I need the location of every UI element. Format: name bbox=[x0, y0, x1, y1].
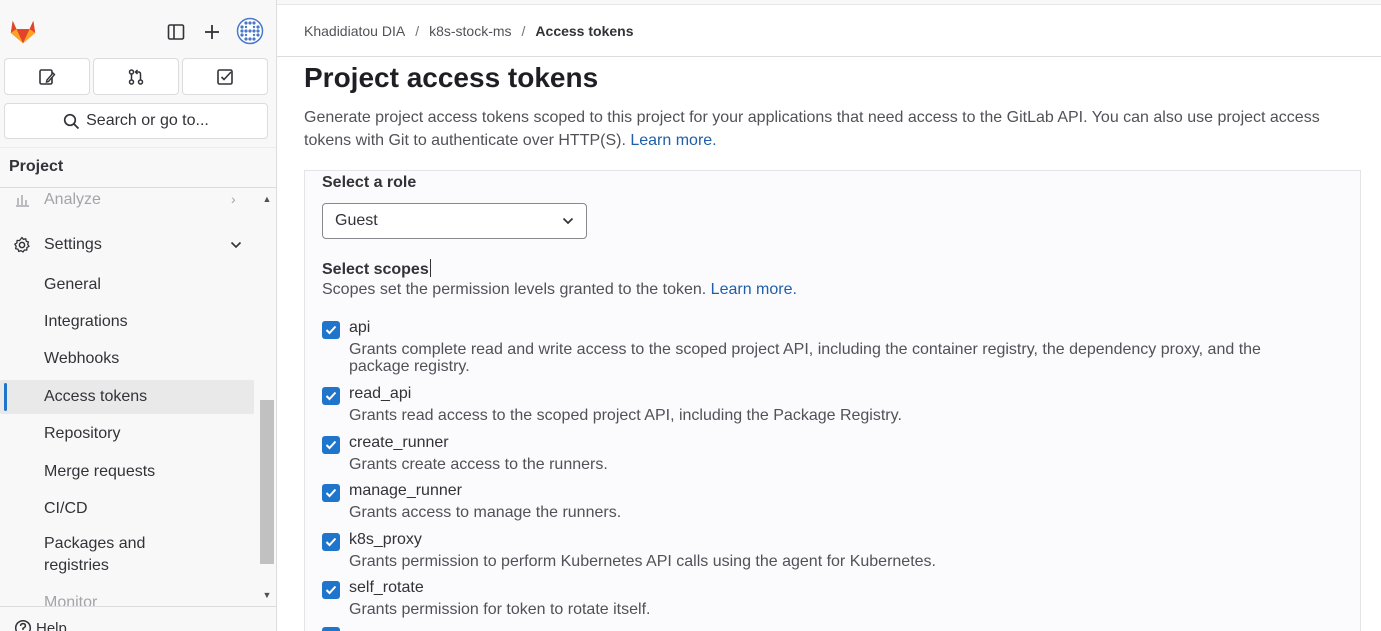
sidebar-item-label: registries bbox=[44, 557, 109, 574]
scope-description: Grants complete read and write access to… bbox=[349, 341, 1261, 375]
scope-api: api Grants complete read and write acces… bbox=[322, 319, 1342, 377]
scope-name: manage_runner bbox=[349, 482, 462, 499]
help-label: Help bbox=[36, 619, 67, 631]
scope-description: Grants permission to perform Kubernetes … bbox=[349, 553, 936, 570]
checkmark-icon bbox=[325, 325, 337, 335]
sidebar-item-access-tokens[interactable]: Access tokens bbox=[0, 380, 254, 414]
sidebar-item-packages[interactable]: Packages and registries bbox=[0, 532, 254, 578]
scopes-label: Select scopes bbox=[322, 259, 431, 279]
scope-checkbox[interactable] bbox=[322, 321, 340, 339]
checkmark-icon bbox=[325, 585, 337, 595]
learn-more-link[interactable]: Learn more. bbox=[630, 132, 716, 149]
sidebar-item-label: Packages and bbox=[44, 535, 146, 552]
page-title: Project access tokens bbox=[304, 62, 599, 93]
scope-read-api: read_api Grants read access to the scope… bbox=[322, 385, 1342, 425]
scrollbar-thumb[interactable] bbox=[260, 400, 274, 564]
scope-checkbox[interactable] bbox=[322, 436, 340, 454]
top-bar: Khadidiatou DIA / k8s-stock-ms / Access … bbox=[277, 5, 1381, 57]
search-icon bbox=[63, 113, 80, 129]
role-select[interactable]: Guest bbox=[322, 203, 587, 239]
search-label: Search or go to... bbox=[86, 112, 209, 129]
sidebar-toggle-icon[interactable] bbox=[164, 20, 188, 44]
scroll-up-icon[interactable]: ▲ bbox=[262, 194, 272, 204]
chevron-right-icon: › bbox=[231, 191, 236, 207]
issues-icon bbox=[39, 68, 56, 85]
create-new-icon[interactable] bbox=[200, 20, 224, 44]
sidebar-scrollbar[interactable]: ▲ ▼ bbox=[259, 190, 276, 606]
chart-icon bbox=[16, 195, 29, 207]
todos-button[interactable] bbox=[182, 58, 268, 95]
scope-description: Grants read access to the scoped project… bbox=[349, 407, 902, 424]
scope-name: api bbox=[349, 319, 371, 336]
sidebar-item-label: Analyze bbox=[44, 191, 101, 208]
breadcrumb-separator: / bbox=[415, 23, 420, 39]
breadcrumb-separator: / bbox=[521, 23, 526, 39]
scope-name: create_runner bbox=[349, 434, 449, 451]
scope-checkbox[interactable] bbox=[322, 533, 340, 551]
todo-icon bbox=[217, 68, 233, 85]
quick-actions bbox=[4, 58, 268, 95]
sidebar-item-monitor[interactable]: Monitor bbox=[0, 586, 254, 606]
scope-name: k8s_proxy bbox=[349, 531, 422, 548]
scope-checkbox-partial[interactable] bbox=[322, 627, 340, 631]
breadcrumb-project[interactable]: k8s-stock-ms bbox=[429, 23, 511, 39]
search-button[interactable]: Search or go to... bbox=[4, 103, 268, 139]
help-icon bbox=[14, 619, 32, 631]
scope-checkbox[interactable] bbox=[322, 484, 340, 502]
scope-description: Grants permission for token to rotate it… bbox=[349, 601, 651, 618]
sidebar-section-title: Project bbox=[9, 158, 64, 175]
sidebar-item-analyze[interactable]: Analyze › bbox=[0, 188, 254, 217]
checkmark-icon bbox=[325, 440, 337, 450]
issues-button[interactable] bbox=[4, 58, 90, 95]
page-description: Generate project access tokens scoped to… bbox=[304, 106, 1364, 152]
gitlab-logo-icon[interactable] bbox=[8, 16, 38, 46]
checkmark-icon bbox=[325, 537, 337, 547]
sidebar: Search or go to... Project Analyze › Set… bbox=[0, 0, 277, 631]
scope-manage-runner: manage_runner Grants access to manage th… bbox=[322, 482, 1342, 522]
scope-name: self_rotate bbox=[349, 579, 424, 596]
breadcrumb: Khadidiatou DIA / k8s-stock-ms / Access … bbox=[304, 23, 633, 39]
chevron-down-icon bbox=[562, 217, 574, 225]
scope-name: read_api bbox=[349, 385, 412, 402]
sidebar-item-general[interactable]: General bbox=[0, 268, 254, 302]
scope-checkbox[interactable] bbox=[322, 387, 340, 405]
sidebar-item-label: Settings bbox=[44, 236, 102, 253]
role-label: Select a role bbox=[322, 174, 417, 191]
scopes-label-text: Select scopes bbox=[322, 261, 429, 278]
breadcrumb-current[interactable]: Access tokens bbox=[535, 23, 633, 39]
merge-request-icon bbox=[128, 68, 144, 85]
sidebar-item-label: Access tokens bbox=[44, 388, 148, 405]
divider bbox=[0, 147, 276, 148]
sidebar-item-settings[interactable]: Settings bbox=[0, 228, 254, 262]
sidebar-item-webhooks[interactable]: Webhooks bbox=[0, 342, 254, 376]
checkmark-icon bbox=[325, 391, 337, 401]
role-select-value: Guest bbox=[335, 212, 378, 229]
checkmark-icon bbox=[325, 488, 337, 498]
sidebar-item-cicd[interactable]: CI/CD bbox=[0, 492, 254, 526]
sidebar-item-merge-requests[interactable]: Merge requests bbox=[0, 455, 254, 489]
sidebar-item-repository[interactable]: Repository bbox=[0, 417, 254, 451]
help-bar: Help bbox=[0, 606, 276, 631]
scopes-help-text: Scopes set the permission levels granted… bbox=[322, 281, 707, 298]
scopes-help: Scopes set the permission levels granted… bbox=[322, 281, 797, 299]
scopes-learn-more-link[interactable]: Learn more. bbox=[711, 281, 797, 298]
scope-checkbox[interactable] bbox=[322, 581, 340, 599]
description-text: Generate project access tokens scoped to… bbox=[304, 109, 1320, 149]
breadcrumb-owner[interactable]: Khadidiatou DIA bbox=[304, 23, 405, 39]
help-button[interactable]: Help bbox=[14, 619, 67, 631]
scroll-down-icon[interactable]: ▼ bbox=[262, 590, 272, 600]
scope-create-runner: create_runner Grants create access to th… bbox=[322, 434, 1342, 474]
sidebar-nav: Analyze › Settings General Integrations … bbox=[0, 188, 258, 606]
merge-requests-button[interactable] bbox=[93, 58, 179, 95]
gear-icon bbox=[14, 236, 30, 253]
chevron-down-icon bbox=[230, 241, 242, 249]
scope-self-rotate: self_rotate Grants permission for token … bbox=[322, 579, 1342, 619]
text-cursor bbox=[429, 259, 431, 277]
sidebar-item-integrations[interactable]: Integrations bbox=[0, 305, 254, 339]
scope-k8s-proxy: k8s_proxy Grants permission to perform K… bbox=[322, 531, 1342, 571]
user-avatar[interactable] bbox=[236, 17, 264, 45]
scope-description: Grants access to manage the runners. bbox=[349, 504, 622, 521]
scope-description: Grants create access to the runners. bbox=[349, 456, 608, 473]
